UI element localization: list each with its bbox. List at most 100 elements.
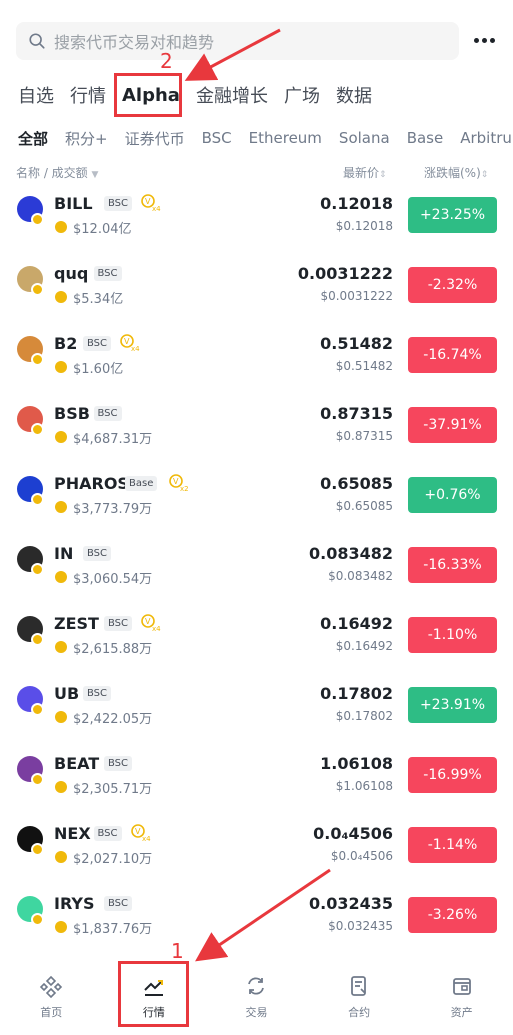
nav-futures[interactable]: 合约 [308, 962, 411, 1035]
token-row[interactable]: quq BSC $5.34亿 0.0031222 $0.0031222 -2.32% [0, 252, 513, 322]
token-row[interactable]: IN BSC $3,060.54万 0.083482 $0.083482 -16.33% [0, 532, 513, 602]
change-badge[interactable]: -1.14% [408, 827, 497, 863]
points-multiplier-icon: Vx4 [120, 334, 140, 352]
chain-badge-icon [31, 423, 44, 436]
subtab-base[interactable]: Base [407, 129, 444, 147]
highlight-markets-nav [118, 961, 189, 1027]
change-badge[interactable]: -3.26% [408, 897, 497, 933]
tab-data[interactable]: 数据 [336, 82, 372, 108]
tab-markets[interactable]: 行情 [70, 82, 106, 108]
chain-tag: Base [125, 476, 158, 491]
token-symbol: IN [54, 544, 74, 563]
token-symbol: ZEST [54, 614, 99, 633]
token-fiat-price: $0.51482 [335, 359, 393, 373]
token-fiat-price: $0.16492 [335, 639, 393, 653]
search-input[interactable]: 搜索代币交易对和趋势 [16, 22, 459, 60]
change-badge[interactable]: -37.91% [408, 407, 497, 443]
tab-finance-growth[interactable]: 金融增长 [196, 82, 268, 108]
tab-square[interactable]: 广场 [284, 82, 320, 108]
nav-trade[interactable]: 交易 [205, 962, 308, 1035]
tab-favorites[interactable]: 自选 [18, 82, 54, 108]
token-row[interactable]: UB BSC $2,422.05万 0.17802 $0.17802 +23.91% [0, 672, 513, 742]
token-fiat-price: $0.17802 [335, 709, 393, 723]
svg-text:V: V [135, 827, 141, 836]
token-row[interactable]: BEAT BSC $2,305.71万 1.06108 $1.06108 -16.99% [0, 742, 513, 812]
token-row[interactable]: ZEST BSC Vx4 $2,615.88万 0.16492 $0.16492 -1.10… [0, 602, 513, 672]
token-volume: $3,773.79万 [73, 502, 153, 517]
token-volume: $2,027.10万 [73, 852, 153, 867]
change-badge[interactable]: -16.99% [408, 757, 497, 793]
header-name-volume[interactable]: 名称 / 成交额 ▼ [16, 164, 98, 181]
token-row[interactable]: BILL BSC Vx4 $12.04亿 0.12018 $0.12018 +23.25% [0, 182, 513, 252]
svg-text:V: V [145, 617, 151, 626]
points-multiplier-icon: Vx4 [130, 824, 151, 842]
points-multiplier-icon: Vx4 [141, 614, 161, 632]
volume-coin-icon [55, 851, 67, 863]
token-price: 0.51482 [320, 334, 393, 353]
chain-tag: BSC [104, 616, 133, 631]
token-row[interactable]: IRYS BSC $1,837.76万 0.032435 $0.032435 -3.26% [0, 882, 513, 952]
futures-icon [351, 976, 366, 996]
token-fiat-price: $0.032435 [328, 919, 393, 933]
change-badge[interactable]: -16.33% [408, 547, 497, 583]
svg-text:V: V [145, 197, 151, 206]
token-volume: $2,422.05万 [73, 712, 153, 727]
change-badge[interactable]: -16.74% [408, 337, 497, 373]
subtab-all[interactable]: 全部 [18, 128, 48, 149]
token-fiat-price: $0.0₄4506 [330, 849, 393, 863]
change-badge[interactable]: +23.91% [408, 687, 497, 723]
token-volume: $2,305.71万 [73, 782, 153, 797]
token-price: 0.17802 [320, 684, 393, 703]
token-volume: $12.04亿 [73, 222, 132, 237]
token-price: 1.06108 [320, 754, 393, 773]
svg-text:x4: x4 [152, 205, 161, 212]
trade-icon [248, 977, 265, 995]
token-fiat-price: $0.12018 [335, 219, 393, 233]
annotation-step-2: 2 [160, 49, 173, 73]
volume-coin-icon [55, 571, 67, 583]
volume-coin-icon [55, 781, 67, 793]
change-badge[interactable]: -2.32% [408, 267, 497, 303]
volume-coin-icon [55, 291, 67, 303]
sort-icon: ⇕ [379, 170, 387, 180]
svg-text:x4: x4 [131, 345, 140, 352]
points-multiplier-icon: Vx2 [169, 474, 189, 492]
chain-badge-icon [31, 633, 44, 646]
change-badge[interactable]: -1.10% [408, 617, 497, 653]
token-symbol: BILL [54, 194, 93, 213]
change-badge[interactable]: +23.25% [408, 197, 497, 233]
token-fiat-price: $0.65085 [335, 499, 393, 513]
nav-assets[interactable]: 资产 [410, 962, 513, 1035]
chain-badge-icon [31, 213, 44, 226]
subtab-bsc[interactable]: BSC [202, 129, 232, 147]
points-multiplier-icon: Vx4 [141, 194, 161, 212]
token-row[interactable]: PHAROS Base Vx2 $3,773.79万 0.65085 $0.65085 +0… [0, 462, 513, 532]
header-change-pct[interactable]: 涨跌幅(%)⇕ [424, 164, 488, 181]
chain-tag: BSC [104, 756, 133, 771]
token-fiat-price: $1.06108 [335, 779, 393, 793]
token-fiat-price: $0.0031222 [320, 289, 393, 303]
token-fiat-price: $0.87315 [335, 429, 393, 443]
subtab-points[interactable]: 积分+ [65, 128, 108, 149]
change-badge[interactable]: +0.76% [408, 477, 497, 513]
token-fiat-price: $0.083482 [328, 569, 393, 583]
token-row[interactable]: BSB BSC $4,687.31万 0.87315 $0.87315 -37.91% [0, 392, 513, 462]
chain-tag: BSC [83, 546, 112, 561]
header-last-price[interactable]: 最新价⇕ [343, 164, 387, 181]
token-price: 0.032435 [308, 894, 393, 913]
more-icon[interactable] [470, 28, 498, 52]
token-row[interactable]: B2 BSC Vx4 $1.60亿 0.51482 $0.51482 -16.74% [0, 322, 513, 392]
token-price: 0.12018 [320, 194, 393, 213]
chain-badge-icon [31, 563, 44, 576]
volume-coin-icon [55, 921, 67, 933]
subtab-ethereum[interactable]: Ethereum [249, 129, 322, 147]
chain-tag: BSC [104, 896, 133, 911]
subtab-security-tokens[interactable]: 证券代币 [125, 128, 185, 149]
annotation-step-1: 1 [171, 939, 184, 963]
token-row[interactable]: NEX BSC Vx4 $2,027.10万 0.0₄4506 $0.0₄4506 -1.1… [0, 812, 513, 882]
token-symbol: B2 [54, 334, 78, 353]
subtab-arbitrum[interactable]: Arbitru [460, 129, 512, 147]
subtab-solana[interactable]: Solana [339, 129, 390, 147]
token-price: 0.083482 [308, 544, 393, 563]
nav-home[interactable]: 首页 [0, 962, 103, 1035]
